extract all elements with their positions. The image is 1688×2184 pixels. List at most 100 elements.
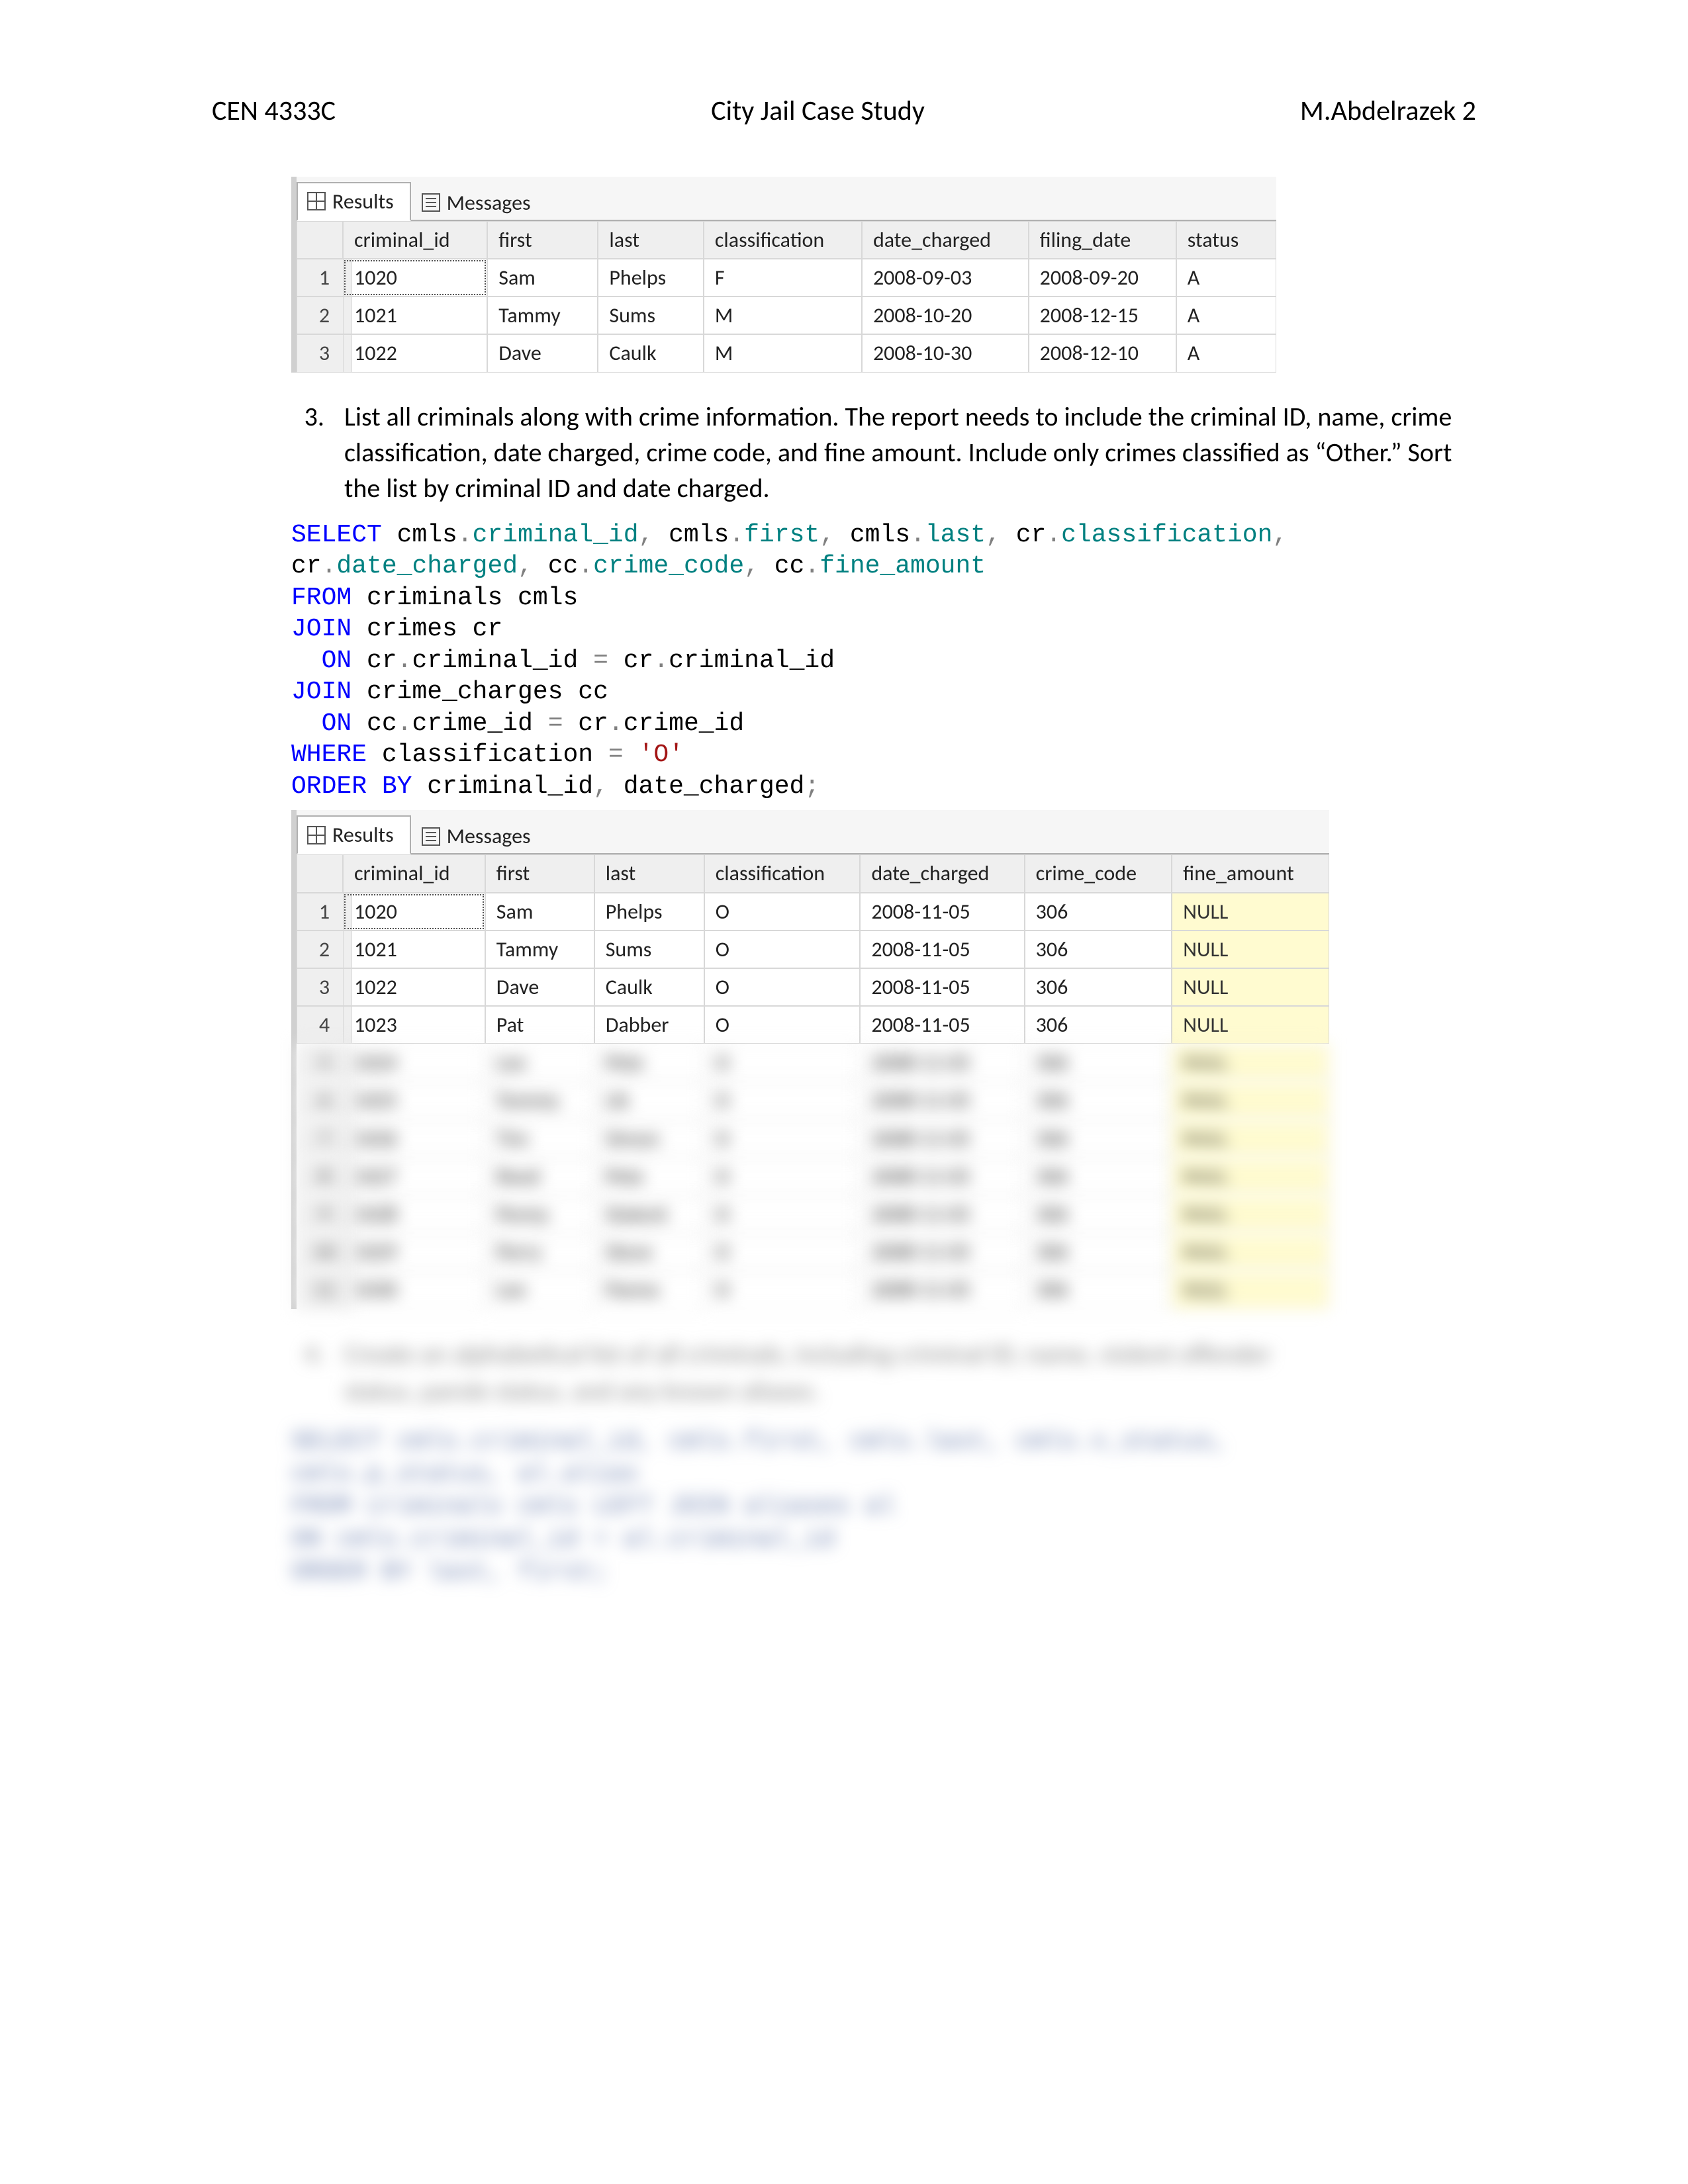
cell[interactable]: 2008-11-05 bbox=[860, 968, 1024, 1006]
tab-results[interactable]: Results bbox=[297, 815, 411, 854]
column-header[interactable]: first bbox=[485, 854, 594, 892]
cell[interactable]: NULL bbox=[1172, 968, 1329, 1006]
column-header[interactable]: fine_amount bbox=[1172, 854, 1329, 892]
cell[interactable]: 2008-09-03 bbox=[862, 259, 1029, 296]
tab-messages[interactable]: Messages bbox=[411, 817, 548, 854]
cell[interactable]: NULL bbox=[1172, 893, 1329, 931]
cell[interactable]: F bbox=[704, 259, 862, 296]
cell[interactable]: A bbox=[1176, 296, 1276, 334]
page-header: CEN 4333C City Jail Case Study M.Abdelra… bbox=[212, 93, 1476, 130]
column-header[interactable]: last bbox=[594, 854, 704, 892]
cell-blurred: O bbox=[704, 1233, 861, 1271]
cell[interactable]: A bbox=[1176, 259, 1276, 296]
cell[interactable]: Dabber bbox=[594, 1006, 704, 1044]
cell[interactable]: O bbox=[704, 893, 861, 931]
cell[interactable]: 2008-11-05 bbox=[860, 893, 1024, 931]
sql-line-blurred: ORDER BY last, first; bbox=[291, 1556, 1463, 1588]
cell[interactable]: O bbox=[704, 968, 861, 1006]
cell[interactable]: 2008-12-10 bbox=[1029, 334, 1176, 372]
question-4-number: 4. bbox=[291, 1336, 324, 1410]
cell-blurred: Lee bbox=[485, 1271, 594, 1308]
cell[interactable]: 2008-11-05 bbox=[860, 1006, 1024, 1044]
cell-blurred: NULL bbox=[1172, 1271, 1329, 1308]
cell[interactable]: Phelps bbox=[598, 259, 704, 296]
cell-blurred: O bbox=[704, 1195, 861, 1233]
column-header[interactable]: filing_date bbox=[1029, 221, 1176, 259]
results-tabs-1: Results Messages bbox=[297, 177, 1276, 221]
cell-blurred: O bbox=[704, 1081, 861, 1119]
column-header[interactable]: criminal_id bbox=[343, 854, 485, 892]
cell-blurred: 1030 bbox=[343, 1271, 485, 1308]
cell[interactable]: 306 bbox=[1025, 968, 1172, 1006]
sql-line-blurred: FROM criminals cmls LEFT JOIN aliases al bbox=[291, 1490, 1463, 1523]
cell[interactable]: 2008-09-20 bbox=[1029, 259, 1176, 296]
column-header[interactable]: classification bbox=[704, 854, 861, 892]
cell[interactable]: Tammy bbox=[487, 296, 598, 334]
cell-blurred: 306 bbox=[1025, 1233, 1172, 1271]
cell[interactable]: 1020 bbox=[343, 259, 487, 296]
cell[interactable]: Caulk bbox=[594, 968, 704, 1006]
column-header[interactable]: date_charged bbox=[860, 854, 1024, 892]
cell[interactable]: Sam bbox=[485, 893, 594, 931]
cell[interactable]: 2008-10-20 bbox=[862, 296, 1029, 334]
cell[interactable]: 306 bbox=[1025, 1006, 1172, 1044]
cell[interactable]: 1022 bbox=[343, 334, 487, 372]
cell-blurred: Pete bbox=[594, 1158, 704, 1195]
cell-blurred: 1029 bbox=[343, 1233, 485, 1271]
cell-blurred: Lik bbox=[594, 1081, 704, 1119]
cell-blurred: 1027 bbox=[343, 1158, 485, 1195]
cell[interactable]: Pat bbox=[485, 1006, 594, 1044]
cell[interactable]: Dave bbox=[485, 968, 594, 1006]
column-header[interactable]: status bbox=[1176, 221, 1276, 259]
cell[interactable]: 1021 bbox=[343, 296, 487, 334]
cell[interactable]: Phelps bbox=[594, 893, 704, 931]
question-3-number: 3. bbox=[291, 399, 324, 506]
cell[interactable]: 306 bbox=[1025, 893, 1172, 931]
cell-blurred: Tim bbox=[485, 1120, 594, 1158]
cell[interactable]: M bbox=[704, 334, 862, 372]
cell[interactable]: O bbox=[704, 1006, 861, 1044]
cell-blurred: NULL bbox=[1172, 1044, 1329, 1081]
tab-messages[interactable]: Messages bbox=[411, 183, 548, 221]
cell-blurred: 306 bbox=[1025, 1195, 1172, 1233]
sql-line-blurred: SELECT cmls.criminal_id, cmls.first, cml… bbox=[291, 1426, 1463, 1458]
cell[interactable]: 1021 bbox=[343, 931, 485, 968]
cell[interactable]: A bbox=[1176, 334, 1276, 372]
cell[interactable]: 1022 bbox=[343, 968, 485, 1006]
cell-blurred: Simon bbox=[594, 1120, 704, 1158]
row-header-blank bbox=[297, 221, 343, 259]
column-header[interactable]: crime_code bbox=[1025, 854, 1172, 892]
cell-blurred: 2008-11-05 bbox=[860, 1271, 1024, 1308]
column-header[interactable]: classification bbox=[704, 221, 862, 259]
column-header[interactable]: date_charged bbox=[862, 221, 1029, 259]
cell[interactable]: NULL bbox=[1172, 1006, 1329, 1044]
column-header[interactable]: criminal_id bbox=[343, 221, 487, 259]
cell[interactable]: 1020 bbox=[343, 893, 485, 931]
tab-results[interactable]: Results bbox=[297, 182, 411, 221]
cell[interactable]: 2008-12-15 bbox=[1029, 296, 1176, 334]
cell[interactable]: Dave bbox=[487, 334, 598, 372]
cell[interactable]: O bbox=[704, 931, 861, 968]
cell[interactable]: 2008-10-30 bbox=[862, 334, 1029, 372]
cell[interactable]: 2008-11-05 bbox=[860, 931, 1024, 968]
cell[interactable]: 306 bbox=[1025, 931, 1172, 968]
messages-icon bbox=[422, 193, 440, 212]
cell[interactable]: Sam bbox=[487, 259, 598, 296]
cell[interactable]: NULL bbox=[1172, 931, 1329, 968]
cell-blurred: Pete bbox=[594, 1044, 704, 1081]
cell[interactable]: 1023 bbox=[343, 1006, 485, 1044]
column-header[interactable]: last bbox=[598, 221, 704, 259]
cell-blurred: Reed bbox=[485, 1158, 594, 1195]
cell-blurred: O bbox=[704, 1271, 861, 1308]
cell[interactable]: Caulk bbox=[598, 334, 704, 372]
cell-blurred: 306 bbox=[1025, 1158, 1172, 1195]
grid-icon bbox=[307, 192, 326, 210]
cell[interactable]: Tammy bbox=[485, 931, 594, 968]
sql-code-q4-blurred: SELECT cmls.criminal_id, cmls.first, cml… bbox=[291, 1426, 1463, 1589]
cell-blurred: 2008-11-05 bbox=[860, 1044, 1024, 1081]
cell[interactable]: Sums bbox=[594, 931, 704, 968]
cell[interactable]: M bbox=[704, 296, 862, 334]
cell-blurred: Tommy bbox=[485, 1081, 594, 1119]
column-header[interactable]: first bbox=[487, 221, 598, 259]
cell[interactable]: Sums bbox=[598, 296, 704, 334]
